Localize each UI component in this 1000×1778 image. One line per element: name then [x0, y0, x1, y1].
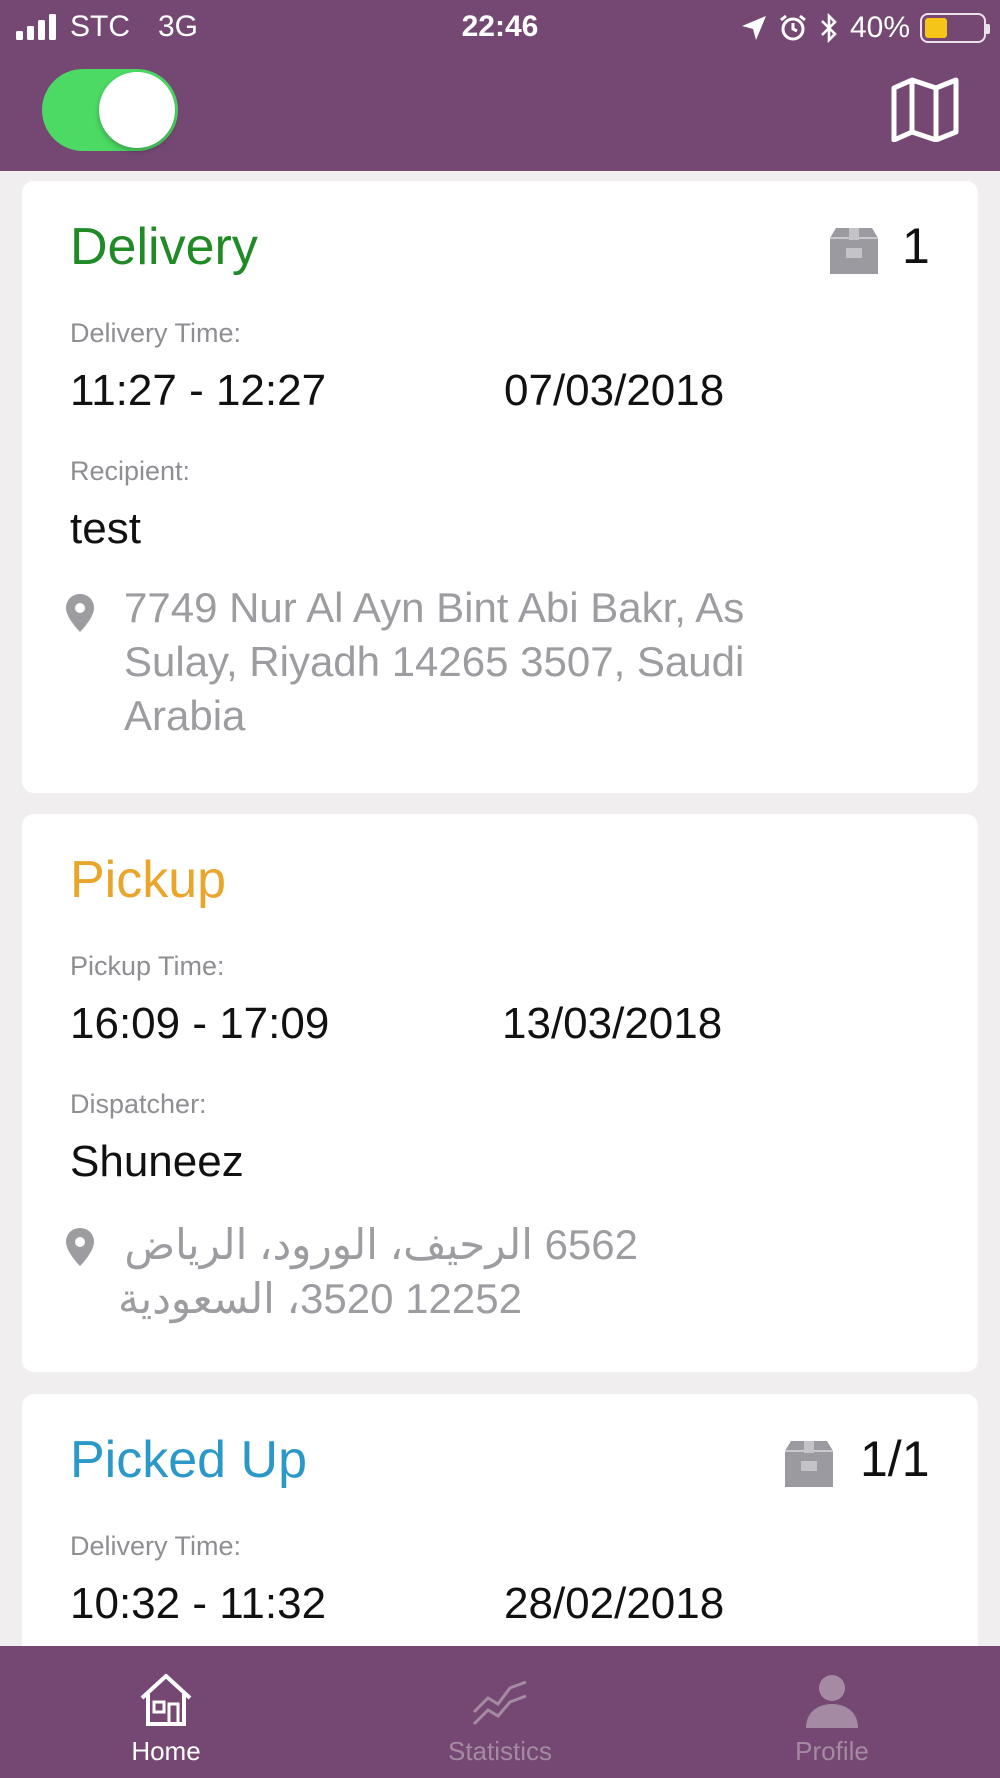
tab-statistics[interactable]: Statistics	[390, 1646, 610, 1778]
order-date: 28/02/2018	[504, 1579, 725, 1628]
status-right-group: 40%	[740, 8, 990, 48]
card-status-title: Pickup	[70, 851, 227, 909]
order-date: 13/03/2018	[502, 999, 723, 1048]
address-line-1: 7749 Nur Al Ayn Bint Abi Bakr, As	[124, 584, 745, 631]
profile-icon	[806, 1675, 858, 1728]
person-label: Dispatcher:	[70, 1089, 207, 1119]
tab-profile[interactable]: Profile	[722, 1646, 942, 1778]
person-name: test	[70, 504, 141, 553]
bluetooth-icon	[821, 12, 837, 44]
time-label: Pickup Time:	[70, 951, 225, 981]
address-line-1: 6562 الرحيف، الورود، الرياض	[124, 1221, 638, 1268]
battery-icon	[920, 13, 990, 43]
location-pin-icon	[66, 1228, 94, 1266]
alarm-icon	[780, 14, 806, 41]
person-name: Shuneez	[70, 1137, 244, 1186]
location-pin-icon	[66, 594, 94, 632]
header-bar: STC 3G 22:46 40%	[0, 0, 1000, 171]
order-card-picked-up[interactable]: Picked Up 1/1 Delivery Time: 10:32 - 11:…	[22, 1394, 978, 1684]
address-line-2: Sulay, Riyadh 14265 3507, Saudi	[124, 638, 745, 685]
address-line-3: Arabia	[124, 692, 246, 739]
order-card-pickup[interactable]: Pickup Pickup Time: 16:09 - 17:09 13/03/…	[22, 814, 978, 1372]
map-icon[interactable]	[890, 76, 960, 142]
availability-toggle[interactable]	[42, 69, 178, 151]
time-label: Delivery Time:	[70, 1531, 242, 1561]
package-count: 1/1	[860, 1431, 930, 1487]
location-arrow-icon	[741, 16, 766, 40]
person-label: Recipient:	[70, 456, 191, 486]
tab-label: Profile	[795, 1736, 869, 1766]
package-count: 1	[902, 218, 930, 274]
home-icon	[140, 1674, 192, 1726]
statistics-icon	[472, 1680, 527, 1726]
address-line-2: 12252 3520، السعودية	[118, 1275, 522, 1322]
tab-home[interactable]: Home	[56, 1646, 276, 1778]
battery-percent: 40%	[849, 11, 910, 44]
time-range: 11:27 - 12:27	[70, 366, 327, 415]
order-card-delivery[interactable]: Delivery 1 Delivery Time: 11:27 - 12:27 …	[22, 181, 978, 793]
time-range: 16:09 - 17:09	[70, 999, 330, 1048]
order-date: 07/03/2018	[504, 366, 725, 415]
card-status-title: Picked Up	[70, 1431, 307, 1489]
time-label: Delivery Time:	[70, 318, 242, 348]
package-icon	[830, 228, 878, 274]
status-bar: STC 3G 22:46 40%	[0, 0, 1000, 56]
bottom-tab-bar: Home Statistics Profile	[0, 1646, 1000, 1778]
tab-label: Statistics	[447, 1736, 553, 1766]
battery-level	[925, 18, 948, 38]
toggle-knob	[99, 72, 175, 148]
time-range: 10:32 - 11:32	[70, 1579, 327, 1628]
package-icon	[785, 1441, 833, 1487]
card-status-title: Delivery	[70, 218, 258, 276]
tab-label: Home	[131, 1736, 201, 1766]
